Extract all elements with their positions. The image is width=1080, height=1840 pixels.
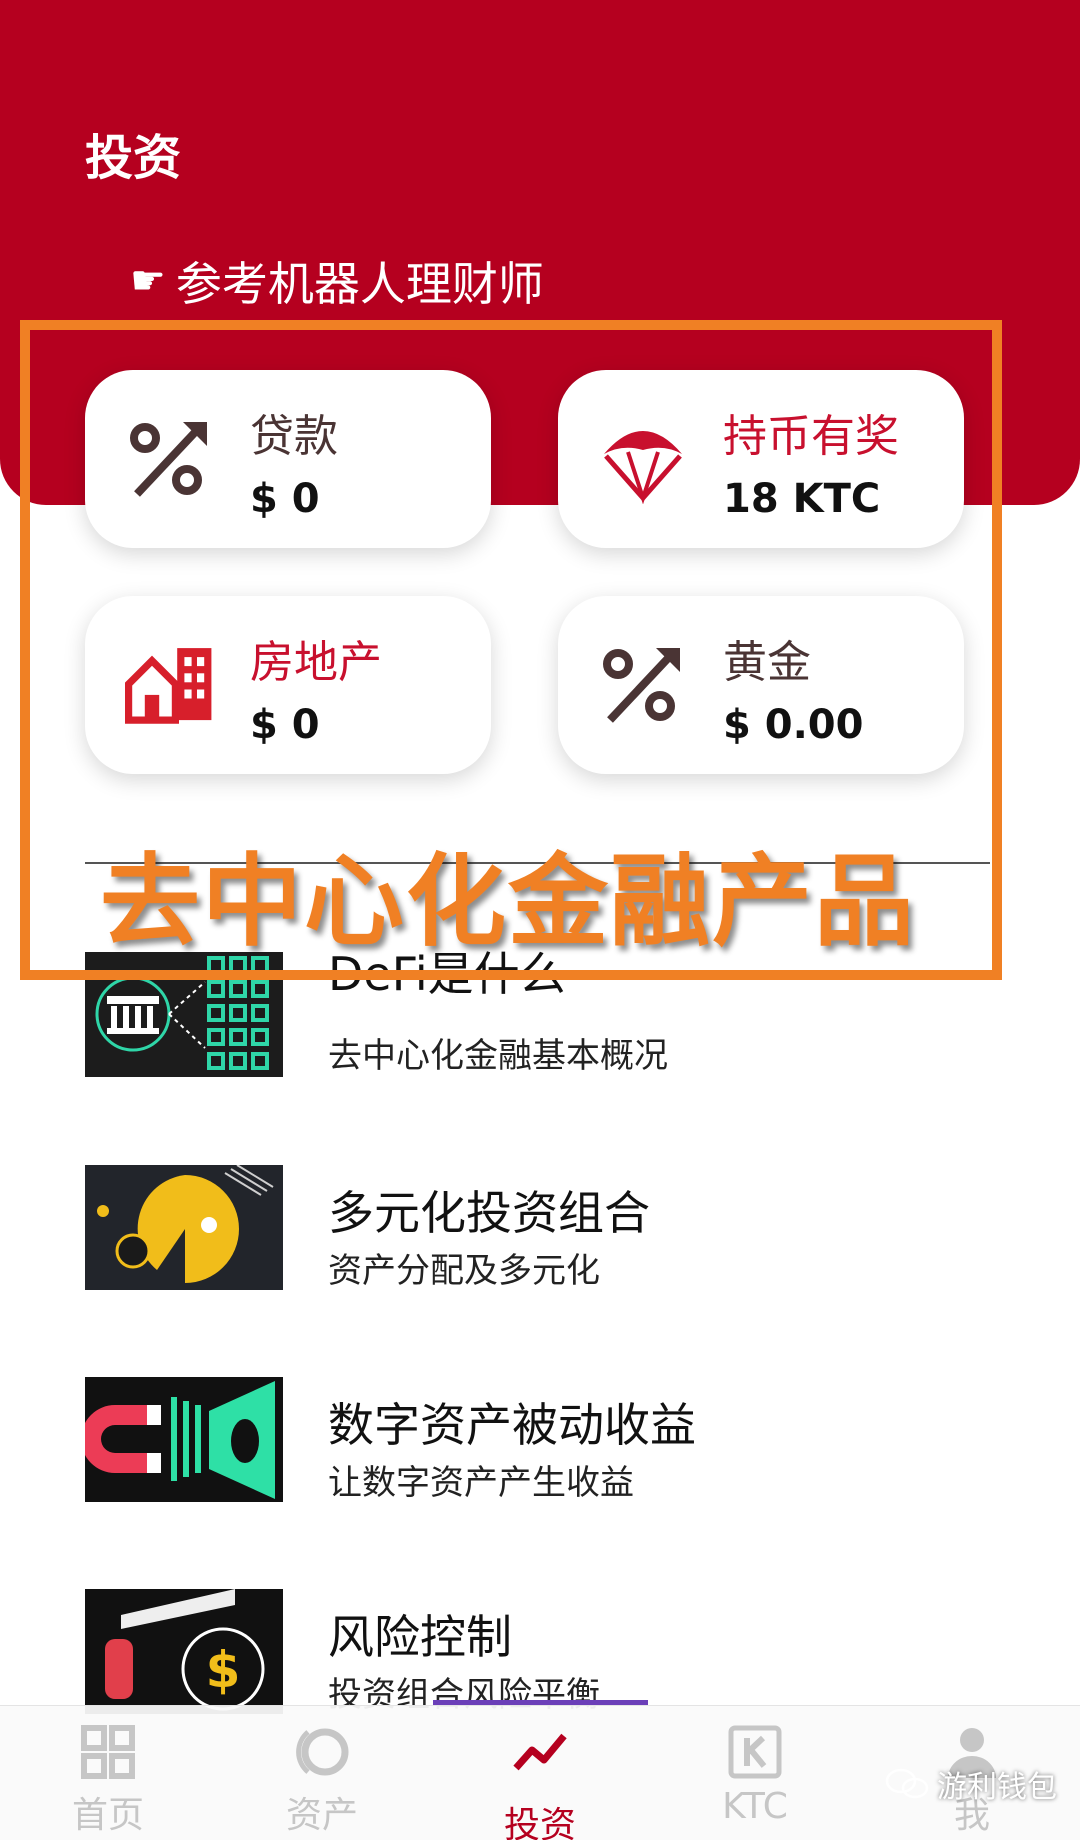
tab-label: KTC bbox=[722, 1786, 788, 1827]
tab-ktc[interactable]: KTC bbox=[655, 1706, 855, 1840]
article-subtitle: 去中心化金融基本概况 bbox=[328, 1036, 668, 1076]
grid-icon bbox=[81, 1725, 135, 1779]
article-subtitle: 让数字资产产生收益 bbox=[328, 1463, 634, 1503]
article-subtitle: 资产分配及多元化 bbox=[328, 1251, 600, 1291]
svg-text:$: $ bbox=[206, 1641, 241, 1699]
robot-advisor-label: 参考机器人理财师 bbox=[175, 257, 544, 311]
pie-diversify-icon bbox=[85, 1165, 283, 1290]
wechat-icon bbox=[885, 1768, 929, 1799]
article-diversified-portfolio[interactable]: 多元化投资组合 资产分配及多元化 bbox=[85, 1165, 1045, 1291]
wechat-watermark: 游利钱包 bbox=[885, 1762, 1057, 1806]
article-title: 数字资产被动收益 bbox=[328, 1398, 696, 1452]
tab-assets[interactable]: 资产 bbox=[222, 1706, 422, 1840]
page-title: 投资 bbox=[85, 130, 182, 186]
article-passive-income[interactable]: 数字资产被动收益 让数字资产产生收益 bbox=[85, 1377, 1045, 1503]
trend-line-icon bbox=[513, 1733, 567, 1771]
ring-icon bbox=[296, 1728, 349, 1776]
money-bag-icon: $ bbox=[85, 1589, 283, 1714]
k-box-icon bbox=[728, 1725, 782, 1779]
tab-label: 首页 bbox=[71, 1795, 144, 1836]
annotation-label: 去中心化金融产品 bbox=[100, 843, 916, 960]
pointing-hand-icon: ☛ bbox=[130, 258, 166, 304]
article-title: 多元化投资组合 bbox=[328, 1186, 650, 1240]
tab-label: 投资 bbox=[503, 1805, 576, 1840]
magnet-icon bbox=[85, 1377, 283, 1502]
robot-advisor-link[interactable]: ☛ 参考机器人理财师 bbox=[130, 248, 544, 314]
tab-home[interactable]: 首页 bbox=[8, 1706, 208, 1840]
article-title: 风险控制 bbox=[328, 1610, 512, 1664]
watermark-text: 游利钱包 bbox=[937, 1770, 1057, 1805]
article-risk-control[interactable]: $ 风险控制 投资组合风险平衡 bbox=[85, 1589, 1045, 1715]
tab-label: 资产 bbox=[285, 1795, 358, 1836]
tab-invest[interactable]: 投资 bbox=[440, 1706, 640, 1840]
